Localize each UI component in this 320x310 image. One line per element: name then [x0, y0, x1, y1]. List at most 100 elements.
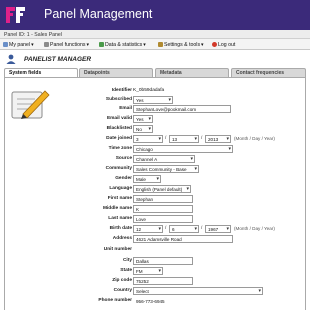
city-label: City — [122, 258, 132, 263]
email-row: Email StephanLove@pookmail.com — [5, 105, 307, 114]
tools-icon — [158, 42, 163, 47]
chevron-down-icon: ▾ — [143, 41, 146, 48]
menu-log-out[interactable]: Log out — [212, 41, 235, 48]
middle-name-row: Middle name K — [5, 205, 307, 214]
gender-label: Gender — [115, 176, 132, 181]
date-separator: / — [201, 136, 203, 141]
menu-my-panel[interactable]: My panel ▾ — [3, 41, 34, 48]
state-label: State — [120, 268, 132, 273]
language-select[interactable]: English (Panel default) — [133, 185, 191, 193]
date-separator: / — [201, 226, 203, 231]
unit-number-label: Unit number — [103, 247, 132, 252]
email-input[interactable]: StephanLove@pookmail.com — [133, 105, 231, 113]
menu-label: Data & statistics — [105, 41, 143, 48]
address-row: Address 4621 Adamsville Road — [5, 235, 307, 244]
source-select[interactable]: Channel A — [133, 155, 195, 163]
phone-number-label: Phone number — [98, 298, 132, 303]
date-joined-day-select[interactable]: 13 — [169, 135, 199, 143]
menu-panel-functions[interactable]: Panel functions ▾ — [44, 41, 89, 48]
chevron-down-icon: ▾ — [201, 41, 204, 48]
birth-date-day-select[interactable]: 6 — [169, 225, 199, 233]
last-name-row: Last name Love — [5, 215, 307, 224]
chevron-down-icon: ▾ — [86, 41, 90, 48]
first-name-label: First name — [107, 196, 132, 201]
tab-datapoints[interactable]: Datapoints — [79, 68, 153, 77]
zip-code-row: Zip code 75252 — [5, 277, 307, 286]
app-title: Panel Management — [44, 7, 153, 21]
state-row: State FM — [5, 267, 307, 276]
gender-select[interactable]: Male — [133, 175, 161, 183]
email-valid-row: Email valid Yes — [5, 115, 307, 124]
blacklisted-select[interactable]: No — [133, 125, 153, 133]
community-select[interactable]: Sales Community - Base — [133, 165, 199, 173]
middle-name-input[interactable]: K — [133, 205, 193, 213]
country-select[interactable]: Select — [133, 287, 263, 295]
source-row: Source Channel A — [5, 155, 307, 164]
address-input[interactable]: 4621 Adamsville Road — [133, 235, 233, 243]
community-row: Community Sales Community - Base — [5, 165, 307, 174]
date-joined-row: Date joined 3 / 13 / 2013 (Month / Day /… — [5, 135, 307, 144]
city-input[interactable]: Dallas — [133, 257, 193, 265]
menu-label: My panel — [9, 41, 31, 48]
state-select[interactable]: FM — [133, 267, 163, 275]
page-title: PANELIST MANAGER — [24, 56, 92, 63]
chart-icon — [99, 42, 104, 47]
time-zone-label: Time zone — [108, 146, 132, 151]
community-label: Community — [105, 166, 132, 171]
language-row: Language English (Panel default) — [5, 185, 307, 194]
date-joined-label: Date joined — [106, 136, 132, 141]
country-row: Country Select — [5, 287, 307, 296]
date-joined-year-select[interactable]: 2013 — [205, 135, 231, 143]
date-separator: / — [165, 226, 167, 231]
source-label: Source — [115, 156, 132, 161]
subscribed-label: Subscribed — [105, 97, 132, 102]
date-separator: / — [165, 136, 167, 141]
app-logo-icon — [6, 7, 25, 23]
address-label: Address — [112, 236, 132, 241]
time-zone-row: Time zone Chicago — [5, 145, 307, 154]
tab-contact-frequencies[interactable]: Contact frequencies — [231, 68, 306, 77]
panel-id-label: Panel ID: 1 - Sales Panel — [0, 30, 310, 39]
menu-bar: My panel ▾ Panel functions ▾ Data & stat… — [0, 39, 310, 50]
birth-date-row: Birth date 12 / 6 / 1967 (Month / Day / … — [5, 225, 307, 234]
system-fields-panel: Identifier K_0b59dadafa Subscribed Yes E… — [4, 77, 306, 310]
birth-date-month-select[interactable]: 12 — [133, 225, 163, 233]
birth-date-year-select[interactable]: 1967 — [205, 225, 231, 233]
menu-label: Panel functions — [50, 41, 86, 48]
phone-number-input[interactable]: 956-773-6945 — [133, 297, 193, 305]
user-icon — [6, 54, 16, 64]
time-zone-select[interactable]: Chicago — [133, 145, 233, 153]
menu-label: Settings & tools — [164, 41, 201, 48]
date-format-hint: (Month / Day / Year) — [234, 136, 275, 141]
page-header: PANELIST MANAGER — [0, 51, 310, 68]
date-joined-month-select[interactable]: 3 — [133, 135, 163, 143]
zip-code-label: Zip code — [112, 278, 132, 283]
first-name-input[interactable]: Stephan — [133, 195, 193, 203]
date-format-hint: (Month / Day / Year) — [234, 226, 275, 231]
middle-name-label: Middle name — [102, 206, 132, 211]
blacklisted-row: Blacklisted No — [5, 125, 307, 134]
chevron-down-icon: ▾ — [31, 41, 34, 48]
last-name-input[interactable]: Love — [133, 215, 193, 223]
phone-number-row: Phone number 956-773-6945 — [5, 297, 307, 306]
email-label: Email — [119, 106, 132, 111]
email-valid-label: Email valid — [106, 116, 132, 121]
blacklisted-label: Blacklisted — [106, 126, 132, 131]
tab-metadata[interactable]: Metadata — [155, 68, 229, 77]
unit-number-input[interactable] — [133, 246, 233, 254]
home-icon — [3, 42, 8, 47]
unit-number-row: Unit number — [5, 246, 307, 255]
subscribed-row: Subscribed Yes — [5, 96, 307, 105]
email-valid-select[interactable]: Yes — [133, 115, 153, 123]
first-name-row: First name Stephan — [5, 195, 307, 204]
zip-code-input[interactable]: 75252 — [133, 277, 193, 285]
identifier-row: Identifier K_0b59dadafa — [5, 87, 307, 96]
city-row: City Dallas — [5, 257, 307, 266]
menu-data-statistics[interactable]: Data & statistics ▾ — [99, 41, 146, 48]
identifier-value: K_0b59dadafa — [133, 88, 165, 93]
birth-date-label: Birth date — [109, 226, 132, 231]
logout-icon — [212, 42, 217, 47]
gear-icon — [44, 42, 49, 47]
subscribed-select[interactable]: Yes — [133, 96, 173, 104]
menu-settings-tools[interactable]: Settings & tools ▾ — [158, 41, 204, 48]
